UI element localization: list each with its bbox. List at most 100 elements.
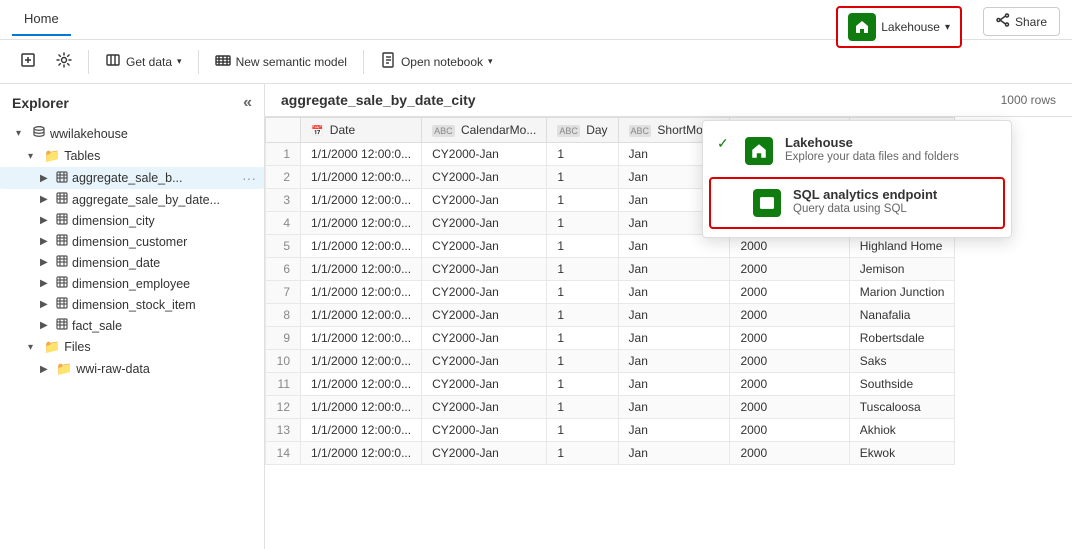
dropdown-item-lakehouse[interactable]: ✓ Lakehouse Explore your data files and … (703, 127, 1011, 175)
table-arrow: ▶ (40, 215, 52, 226)
table-row: 121/1/2000 12:00:0...CY2000-Jan1Jan2000T… (266, 396, 955, 419)
table-icon (56, 234, 68, 249)
notebook-chevron: ▾ (488, 56, 493, 67)
separator1 (88, 50, 89, 74)
table-row: 111/1/2000 12:00:0...CY2000-Jan1Jan2000S… (266, 373, 955, 396)
tree-root-wwilakehouse[interactable]: ▾ wwilakehouse (0, 122, 264, 145)
separator3 (363, 50, 364, 74)
files-arrow: ▾ (28, 342, 40, 353)
file-name-label: wwi-raw-data (76, 362, 150, 376)
separator2 (198, 50, 199, 74)
top-bar: Home Lakehouse ▾ Share (0, 0, 1072, 40)
file-arrow: ▶ (40, 364, 52, 375)
get-data-icon (105, 52, 121, 71)
files-label: Files (64, 340, 90, 354)
get-data-button[interactable]: Get data ▾ (97, 47, 190, 76)
more-options-icon[interactable]: ··· (242, 170, 256, 186)
new-semantic-model-button[interactable]: New semantic model (207, 47, 355, 76)
share-button[interactable]: Share (983, 7, 1060, 36)
tree-table-dimension-customer[interactable]: ▶ dimension_customer (0, 231, 264, 252)
dropdown-item-sql[interactable]: SQL analytics endpoint Query data using … (711, 179, 1003, 227)
lakehouse-option-text: Lakehouse Explore your data files and fo… (785, 135, 997, 163)
tree-table-aggregate-sale-by-date[interactable]: ▶ aggregate_sale_by_date... (0, 189, 264, 210)
get-data-chevron: ▾ (177, 56, 182, 67)
table-icon (56, 297, 68, 312)
lakehouse-option-sub: Explore your data files and folders (785, 151, 997, 163)
table-row: 81/1/2000 12:00:0...CY2000-Jan1Jan2000Na… (266, 304, 955, 327)
settings-button[interactable] (48, 47, 80, 76)
table-row: 91/1/2000 12:00:0...CY2000-Jan1Jan2000Ro… (266, 327, 955, 350)
table-row: 61/1/2000 12:00:0...CY2000-Jan1Jan2000Je… (266, 258, 955, 281)
open-notebook-button[interactable]: Open notebook ▾ (372, 47, 501, 76)
tree-tables[interactable]: ▾ 📁 Tables (0, 145, 264, 167)
table-icon (56, 276, 68, 291)
root-label: wwilakehouse (50, 127, 128, 141)
tree-table-aggregate-sale-b[interactable]: ▶ aggregate_sale_b... ··· (0, 167, 264, 189)
tree-table-dimension-employee[interactable]: ▶ dimension_employee (0, 273, 264, 294)
notebook-icon (380, 52, 396, 71)
tree-table-dimension-city[interactable]: ▶ dimension_city (0, 210, 264, 231)
col-header-date: 📅 Date (301, 118, 422, 143)
table-name-label: dimension_city (72, 214, 155, 228)
lakehouse-dropdown-popup: ✓ Lakehouse Explore your data files and … (702, 120, 1012, 238)
sql-option-title: SQL analytics endpoint (793, 187, 989, 202)
tree-wwi-raw-data[interactable]: ▶ 📁 wwi-raw-data (0, 358, 264, 380)
share-btn-label: Share (1015, 15, 1047, 29)
collapse-sidebar-button[interactable]: « (243, 94, 252, 112)
dropdown-item-sql-wrapper: SQL analytics endpoint Query data using … (709, 177, 1005, 229)
tree-table-dimension-date[interactable]: ▶ dimension_date (0, 252, 264, 273)
tree-files[interactable]: ▾ 📁 Files (0, 336, 264, 358)
lakehouse-option-title: Lakehouse (785, 135, 997, 150)
folder-icon: 📁 (44, 148, 60, 164)
tree-table-dimension-stock-item[interactable]: ▶ dimension_stock_item (0, 294, 264, 315)
chevron-down-icon: ▾ (945, 22, 950, 33)
table-arrow: ▶ (40, 299, 52, 310)
table-icon (56, 171, 68, 186)
checkmark-icon: ✓ (717, 135, 733, 152)
col-header-calendarmo: ABC CalendarMo... (422, 118, 547, 143)
new-item-icon (20, 52, 36, 71)
col-header-day: ABC Day (547, 118, 618, 143)
sql-option-sub: Query data using SQL (793, 203, 989, 215)
table-row: 71/1/2000 12:00:0...CY2000-Jan1Jan2000Ma… (266, 281, 955, 304)
lakehouse-btn-label: Lakehouse (881, 20, 940, 34)
table-name-label: fact_sale (72, 319, 122, 333)
share-icon (996, 13, 1010, 30)
tab-home[interactable]: Home (12, 3, 71, 36)
abc-icon: ABC (432, 125, 455, 137)
table-arrow: ▶ (40, 320, 52, 331)
table-name-label: dimension_stock_item (72, 298, 196, 312)
lakehouse-option-icon (743, 135, 775, 167)
table-row: 141/1/2000 12:00:0...CY2000-Jan1Jan2000E… (266, 442, 955, 465)
tables-arrow: ▾ (28, 151, 40, 162)
sidebar: Explorer « ▾ wwilakehouse ▾ 📁 Tables ▶ (0, 84, 265, 549)
open-notebook-label: Open notebook (401, 55, 483, 69)
database-icon (32, 125, 46, 142)
lakehouse-icon (848, 13, 876, 41)
table-name-label: aggregate_sale_by_date... (72, 193, 220, 207)
table-name-label: dimension_customer (72, 235, 187, 249)
table-icon (56, 255, 68, 270)
expand-arrow: ▾ (16, 128, 28, 139)
sidebar-header: Explorer « (0, 84, 264, 122)
main-layout: Explorer « ▾ wwilakehouse ▾ 📁 Tables ▶ (0, 84, 1072, 549)
content-area: aggregate_sale_by_date_city 1000 rows 📅 … (265, 84, 1072, 549)
abc-icon2: ABC (557, 125, 580, 137)
content-header: aggregate_sale_by_date_city 1000 rows (265, 84, 1072, 117)
table-arrow: ▶ (40, 278, 52, 289)
table-row: 131/1/2000 12:00:0...CY2000-Jan1Jan2000A… (266, 419, 955, 442)
new-item-button[interactable] (12, 47, 44, 76)
table-arrow: ▶ (40, 173, 52, 184)
table-arrow: ▶ (40, 257, 52, 268)
get-data-label: Get data (126, 55, 172, 69)
table-row: 101/1/2000 12:00:0...CY2000-Jan1Jan2000S… (266, 350, 955, 373)
col-header-rownum (266, 118, 301, 143)
calendar-icon: 📅 (311, 126, 323, 137)
table-arrow: ▶ (40, 194, 52, 205)
raw-data-folder-icon: 📁 (56, 361, 72, 377)
table-icon (56, 318, 68, 333)
lakehouse-dropdown-button[interactable]: Lakehouse ▾ (836, 6, 962, 48)
tree-table-fact-sale[interactable]: ▶ fact_sale (0, 315, 264, 336)
semantic-model-icon (215, 52, 231, 71)
new-semantic-model-label: New semantic model (236, 55, 347, 69)
